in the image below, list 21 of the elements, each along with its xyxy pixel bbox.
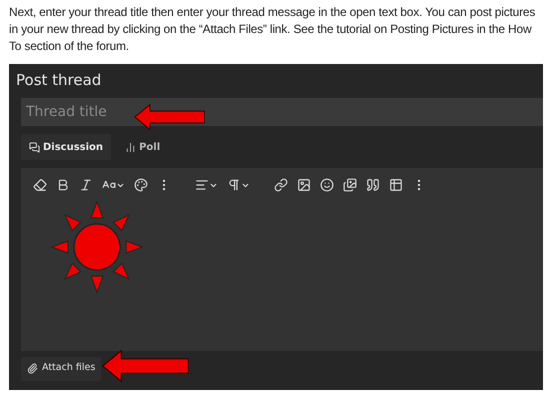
align-icon[interactable] [195,178,218,192]
bar-chart-icon [125,142,136,152]
panel-title: Post thread [16,70,102,91]
italic-icon[interactable] [79,178,93,192]
gallery-icon[interactable] [343,178,357,192]
tab[interactable]: Poll [117,134,168,160]
speech-bubbles-icon [29,142,40,152]
instructions-text: Next, enter your thread title then enter your thread message in the open text box. You can post pictures in your new thread by clicking on the “Attach Files” link. See the tutorial on Posting Pictures in the How To section of the forum. [9,4,536,55]
quote-icon[interactable] [366,178,380,192]
attach-files-button[interactable]: Attach files [21,356,102,380]
title-field[interactable]: Thread title [21,98,543,126]
paperclip-icon [27,363,38,374]
tab[interactable]: Discussion [21,134,112,160]
image-icon[interactable] [297,178,311,192]
paragraph-icon[interactable] [227,178,250,192]
table-icon[interactable] [389,178,403,192]
eraser-icon[interactable] [33,178,47,192]
smiley-icon[interactable] [320,178,334,192]
bold-icon[interactable] [56,178,70,192]
palette-icon[interactable] [134,178,148,192]
link-icon[interactable] [274,178,288,192]
